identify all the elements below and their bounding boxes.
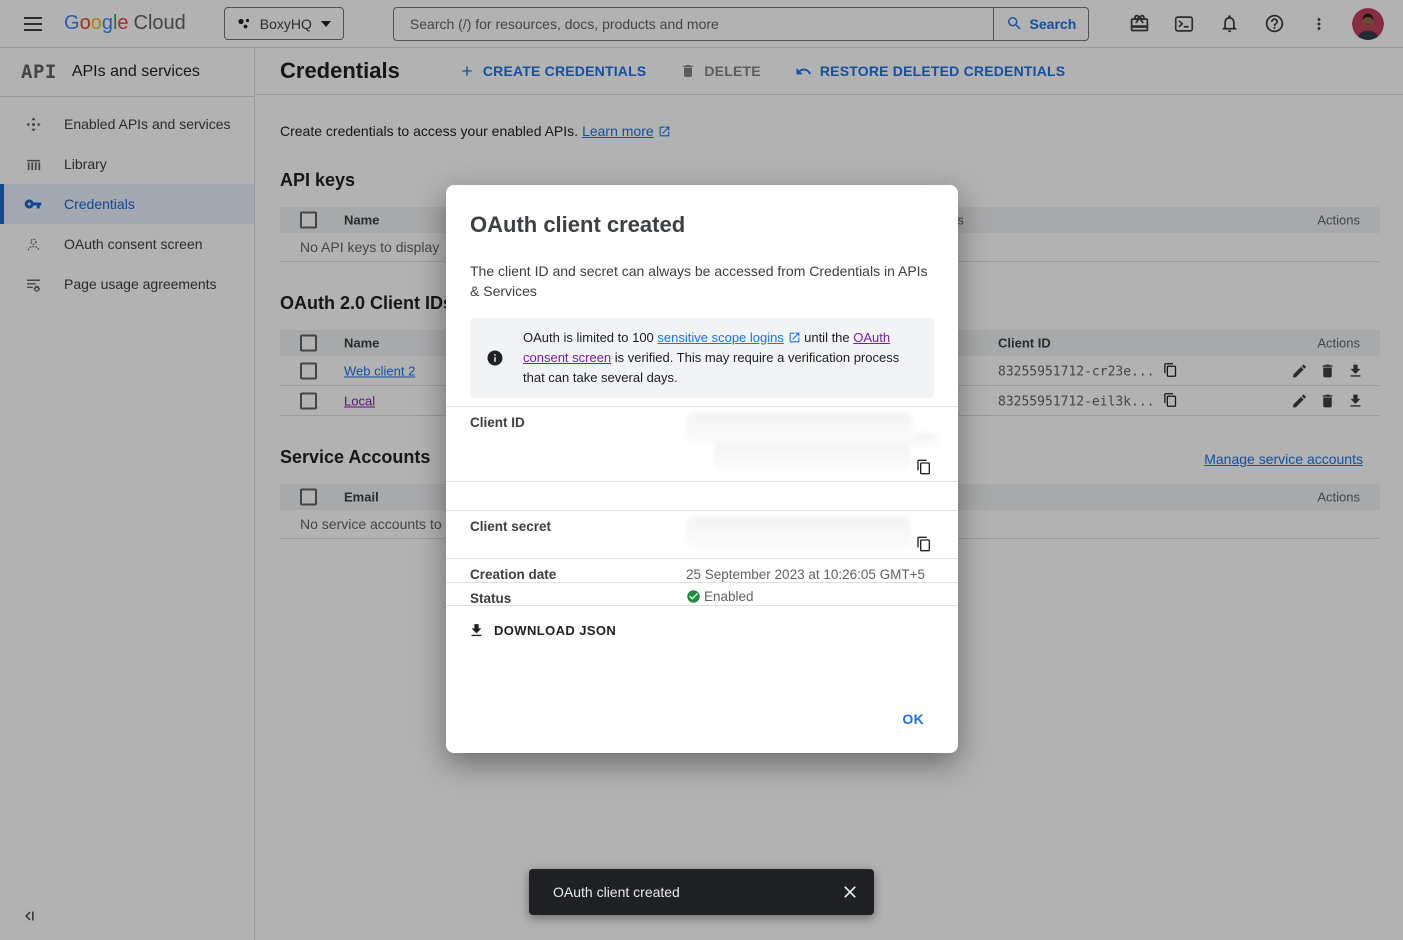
- download-json-label: DOWNLOAD JSON: [494, 623, 616, 638]
- client-secret-value-redacted: [686, 515, 934, 554]
- oauth-client-created-dialog: OAuth client created The client ID and s…: [446, 185, 958, 753]
- dialog-subtitle: The client ID and secret can always be a…: [470, 261, 934, 301]
- redacted-value: [686, 413, 912, 443]
- dialog-title: OAuth client created: [470, 212, 934, 238]
- notice-text: OAuth is limited to 100 sensitive scope …: [523, 328, 907, 388]
- status-text: Enabled: [704, 589, 754, 604]
- redacted-value: [714, 441, 910, 471]
- sensitive-scope-logins-link[interactable]: sensitive scope logins: [657, 330, 783, 345]
- client-secret-label: Client secret: [470, 515, 686, 554]
- redacted-value: [910, 433, 937, 447]
- dialog-spacer-row: [446, 481, 958, 510]
- google-cloud-console: Google Cloud BoxyHQ Search: [0, 0, 1403, 940]
- status-label: Status: [470, 587, 686, 601]
- notice-text-mid: until the: [801, 330, 854, 345]
- toast-message: OAuth client created: [553, 884, 680, 900]
- client-secret-row: Client secret: [446, 510, 958, 558]
- redacted-value: [686, 517, 911, 549]
- dialog-detail-rows: Client ID Client secret Creation date 2: [446, 406, 958, 606]
- copy-client-secret-icon[interactable]: [916, 536, 932, 552]
- close-icon[interactable]: [840, 882, 860, 902]
- toast-snackbar: OAuth client created: [529, 869, 874, 915]
- download-icon: [468, 622, 485, 639]
- client-id-value-redacted: [686, 411, 934, 477]
- notice-text-pre: OAuth is limited to 100: [523, 330, 657, 345]
- dialog-notice: OAuth is limited to 100 sensitive scope …: [470, 318, 934, 398]
- check-circle-icon: [686, 589, 701, 604]
- download-json-button[interactable]: DOWNLOAD JSON: [458, 616, 626, 645]
- client-id-row: Client ID: [446, 406, 958, 481]
- status-row: Status Enabled: [446, 582, 958, 606]
- status-value: Enabled: [686, 587, 934, 601]
- info-icon: [486, 349, 504, 367]
- creation-date-value: 25 September 2023 at 10:26:05 GMT+5: [686, 563, 934, 578]
- creation-date-label: Creation date: [470, 563, 686, 578]
- creation-date-row: Creation date 25 September 2023 at 10:26…: [446, 558, 958, 582]
- external-link-icon: [788, 331, 801, 344]
- client-id-label: Client ID: [470, 411, 686, 477]
- copy-client-id-icon[interactable]: [916, 459, 932, 475]
- ok-button[interactable]: OK: [892, 703, 934, 735]
